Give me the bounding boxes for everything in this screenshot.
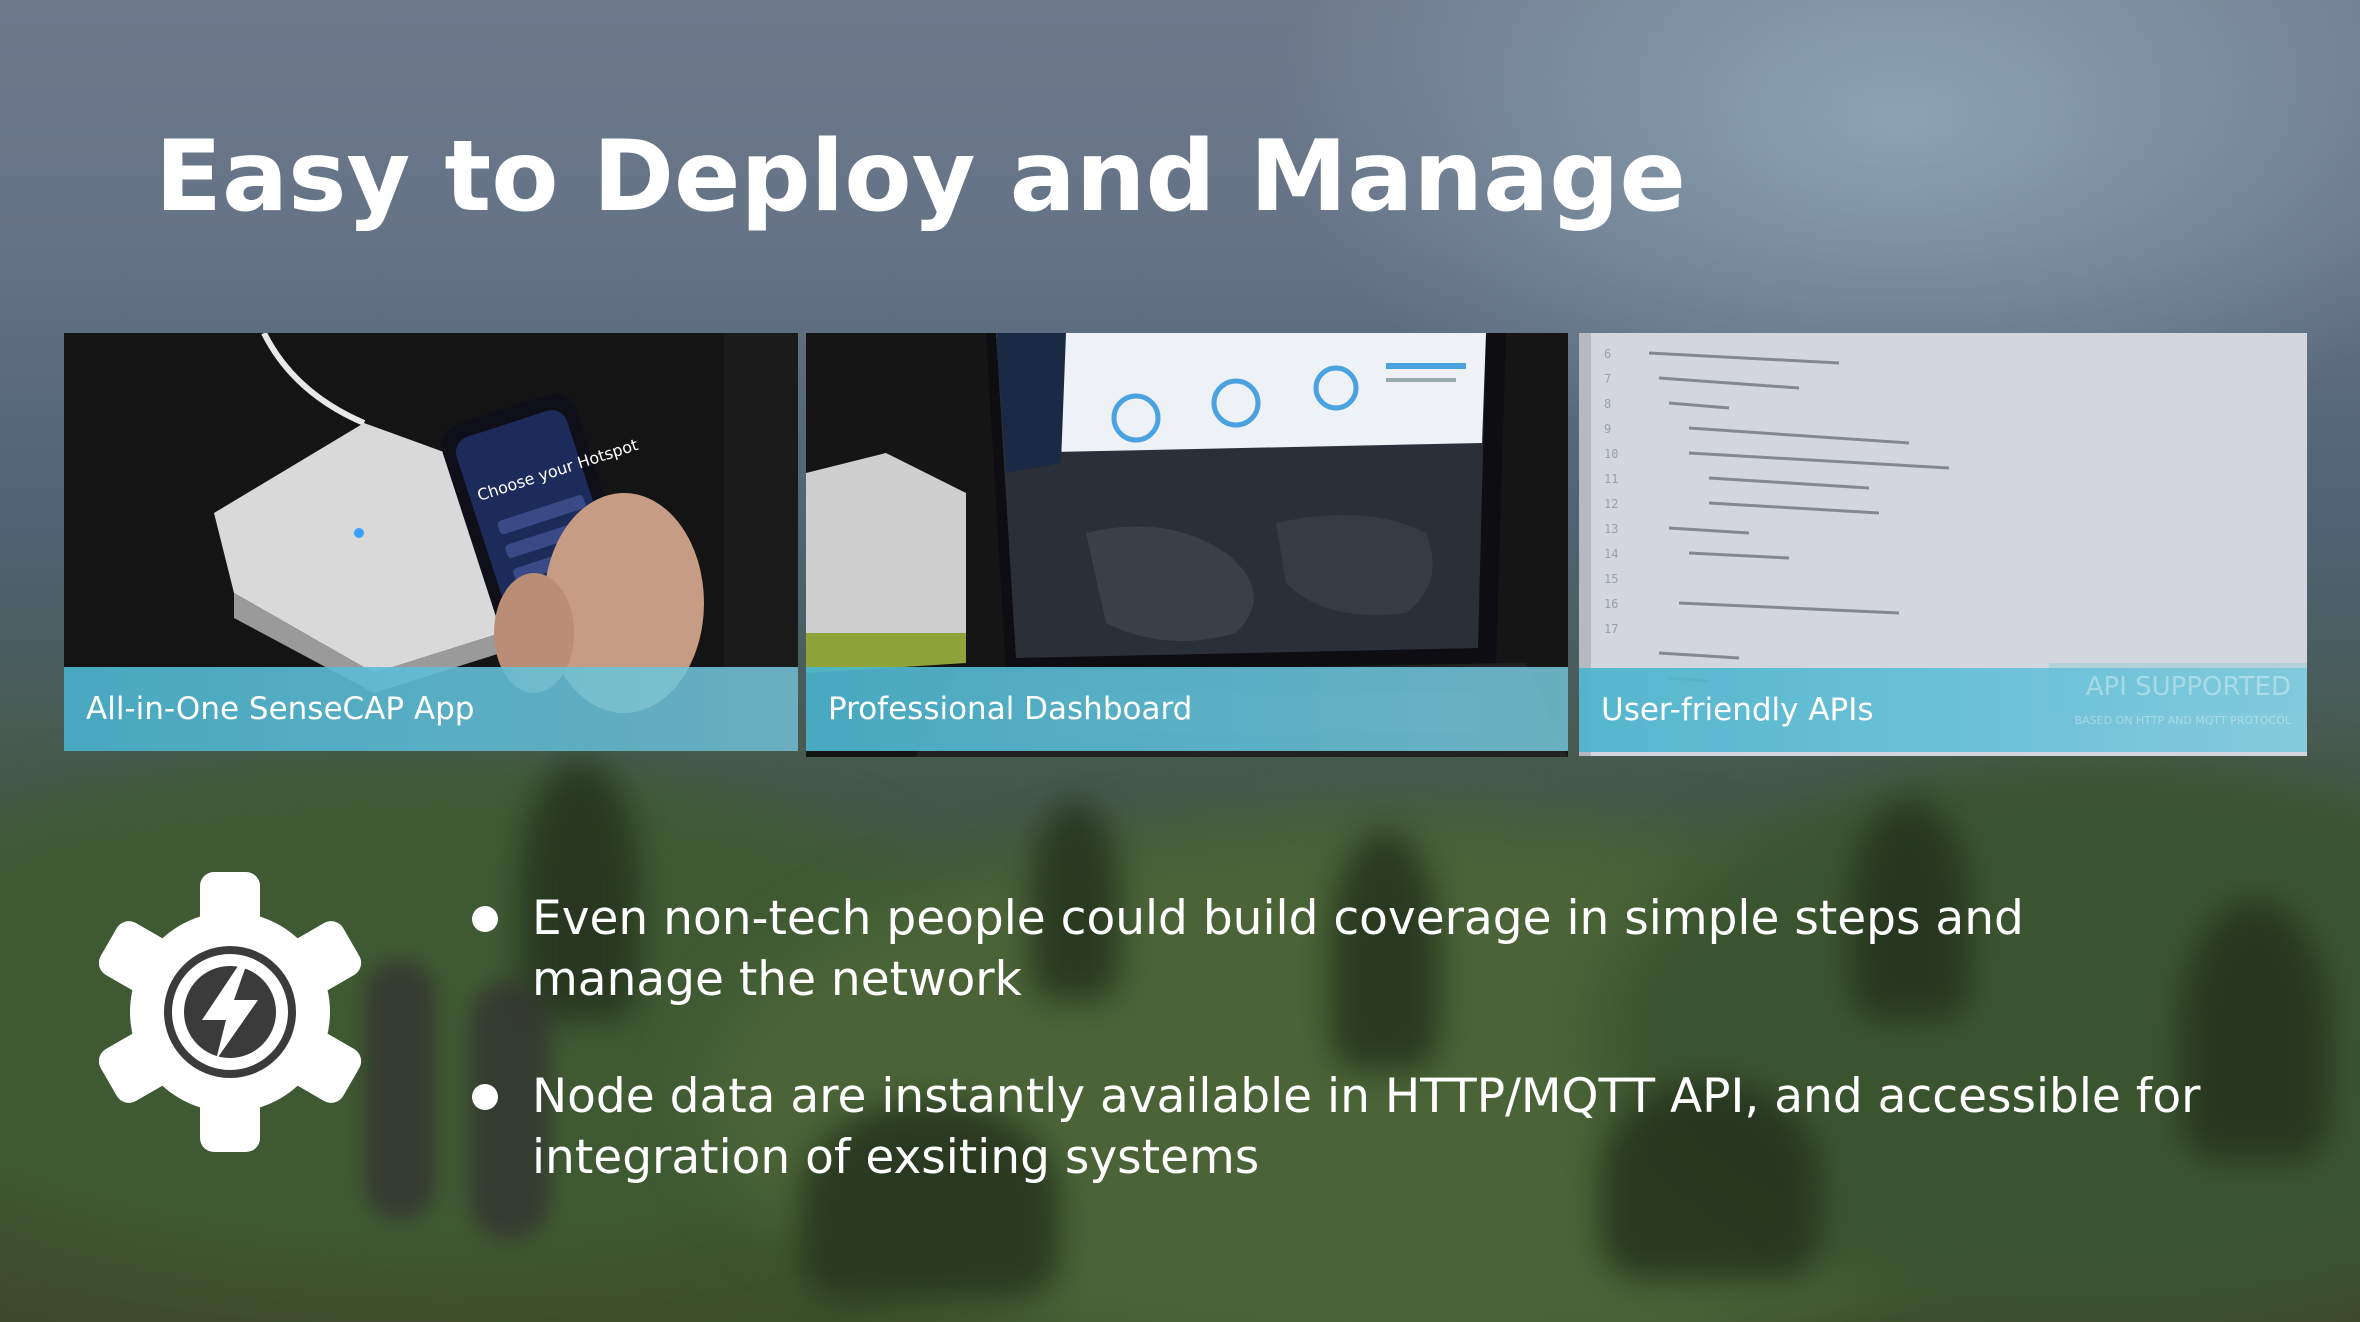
svg-text:7: 7 bbox=[1604, 372, 1611, 386]
bullet-dot bbox=[472, 1084, 498, 1110]
bullet-text: Node data are instantly available in HTT… bbox=[532, 1069, 2201, 1185]
bullet-item: Even non-tech people could build coverag… bbox=[468, 888, 2228, 1010]
svg-text:15: 15 bbox=[1604, 572, 1618, 586]
api-supported-subtext: BASED ON HTTP AND MQTT PROTOCOL bbox=[2074, 714, 2291, 727]
api-supported-overlay: API SUPPORTED bbox=[2085, 672, 2291, 702]
svg-text:16: 16 bbox=[1604, 597, 1618, 611]
caption-apis: User-friendly APIs bbox=[1601, 692, 1874, 728]
svg-text:10: 10 bbox=[1604, 447, 1618, 461]
caption-bar-app: All-in-One SenseCAP App bbox=[64, 667, 798, 751]
slide-title: Easy to Deploy and Manage bbox=[155, 120, 1686, 234]
gear-lightning-icon bbox=[98, 872, 362, 1152]
bullet-item: Node data are instantly available in HTT… bbox=[468, 1066, 2228, 1188]
svg-text:6: 6 bbox=[1604, 347, 1611, 361]
caption-dashboard: Professional Dashboard bbox=[828, 691, 1193, 727]
slide: Easy to Deploy and Manage Choose your Ho… bbox=[0, 0, 2360, 1322]
panel-apis: 6 7 8 9 10 11 12 13 14 15 16 17 User-friendly AP… bbox=[1579, 333, 2307, 756]
panel-app: Choose your Hotspot All-in-One SenseCAP … bbox=[64, 333, 798, 751]
caption-bar-dashboard: Professional Dashboard bbox=[806, 667, 1568, 751]
bullet-dot bbox=[472, 906, 498, 932]
svg-text:13: 13 bbox=[1604, 522, 1618, 536]
bullet-list: Even non-tech people could build coverag… bbox=[468, 888, 2228, 1244]
bullet-text: Even non-tech people could build coverag… bbox=[532, 891, 2024, 1007]
svg-text:12: 12 bbox=[1604, 497, 1618, 511]
svg-text:11: 11 bbox=[1604, 472, 1618, 486]
panel-dashboard: Professional Dashboard bbox=[806, 333, 1568, 757]
svg-text:17: 17 bbox=[1604, 622, 1618, 636]
caption-app: All-in-One SenseCAP App bbox=[86, 691, 475, 727]
svg-text:9: 9 bbox=[1604, 422, 1611, 436]
caption-bar-apis: User-friendly APIs API SUPPORTED BASED O… bbox=[1579, 668, 2307, 752]
svg-text:8: 8 bbox=[1604, 397, 1611, 411]
svg-text:14: 14 bbox=[1604, 547, 1618, 561]
